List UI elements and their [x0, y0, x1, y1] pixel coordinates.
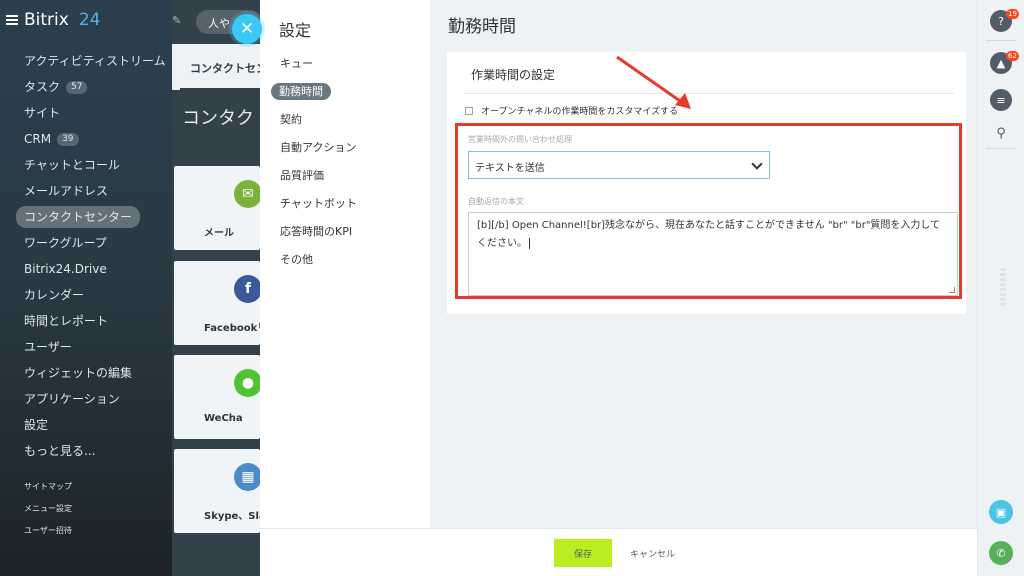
bell-icon: ▲ [996, 56, 1006, 70]
divider [986, 40, 1016, 41]
nav-item-contact-center[interactable]: コンタクトセンター [16, 204, 166, 230]
left-sidebar: Bitrix 24 アクティビティストリーム タスク 57 サイト CRM 39 チャ… [0, 0, 172, 576]
settings-menu-item[interactable]: チャットボット [271, 194, 357, 222]
nav-item[interactable]: タスク 57 [16, 74, 166, 100]
save-button[interactable]: 保存 [554, 539, 612, 567]
out-of-hours-label: 営業時間外の問い合わせ処理 [468, 135, 572, 144]
nav-item[interactable]: サイト [16, 100, 166, 126]
nav-item[interactable]: Bitrix24.Drive [16, 256, 166, 282]
divider [986, 148, 1016, 149]
page-title: 勤務時間 [448, 17, 516, 37]
nav-item[interactable]: アプリケーション [16, 386, 166, 412]
settings-menu-item[interactable]: 応答時間のKPI [271, 222, 357, 250]
settings-menu: 設定 キュー 勤務時間 契約 自動アクション 品質評価 チャットボット 応答時間… [260, 0, 430, 528]
notifications-badge: 62 [1006, 51, 1019, 61]
settings-menu-item[interactable]: 自動アクション [271, 138, 357, 166]
settings-slider: 設定 キュー 勤務時間 契約 自動アクション 品質評価 チャットボット 応答時間… [260, 0, 977, 576]
highlight-box: 営業時間外の問い合わせ処理 テキストを送信 自動返信の本文 [b][/b] Op… [455, 123, 962, 299]
channel-tile[interactable]: f Facebookリ [174, 261, 264, 345]
document-icon: ▣ [995, 505, 1007, 519]
nav-item[interactable]: ワークグループ [16, 230, 166, 256]
wechat-icon: ● [234, 369, 262, 397]
out-of-hours-select[interactable]: テキストを送信 [468, 151, 770, 179]
left-nav: アクティビティストリーム タスク 57 サイト CRM 39 チャットとコール メー… [16, 48, 166, 542]
red-arrow-icon [616, 55, 691, 109]
nav-item[interactable]: ウィジェットの編集 [16, 360, 166, 386]
pencil-icon[interactable]: ✎ [172, 14, 181, 27]
chevron-down-icon [751, 158, 763, 170]
call-button[interactable]: ✆ [989, 541, 1013, 565]
close-slider-button[interactable]: ✕ [232, 14, 262, 44]
bg-heading: コンタク [182, 108, 254, 129]
question-icon: ? [998, 14, 1004, 28]
settings-menu-item[interactable]: 品質評価 [271, 166, 357, 194]
search-button[interactable]: ⚲ [990, 122, 1012, 144]
menu-settings-link[interactable]: メニュー設定 [16, 498, 166, 520]
auto-reply-label: 自動返信の本文 [468, 197, 524, 206]
nav-item[interactable]: アクティビティストリーム [16, 48, 166, 74]
invite-users-link[interactable]: ユーザー招待 [16, 520, 166, 542]
working-hours-content: 勤務時間 作業時間の設定 オープンチャネルの作業時間をカスタマイズする 営業時間… [430, 0, 977, 528]
close-icon: ✕ [239, 19, 255, 39]
nav-item[interactable]: 設定 [16, 412, 166, 438]
work-time-settings-card: 作業時間の設定 オープンチャネルの作業時間をカスタマイズする 営業時間外の問い合… [447, 52, 966, 314]
nav-item[interactable]: 時間とレポート [16, 308, 166, 334]
chat-button[interactable]: ≡ [990, 89, 1012, 111]
apps-grid-icon: ▦ [234, 463, 262, 491]
nav-count-badge: 57 [66, 80, 88, 94]
rail-vertical-tab[interactable] [1000, 268, 1006, 308]
chat-icon: ≡ [996, 93, 1006, 107]
hamburger-menu-icon[interactable] [6, 15, 18, 25]
search-icon: ⚲ [996, 125, 1006, 141]
right-rail: ? 19 ▲ 62 ≡ ⚲ ▣ ✆ [977, 0, 1024, 576]
channel-tile[interactable]: ● WeCha [174, 355, 262, 439]
settings-title: 設定 [279, 21, 312, 40]
mail-icon: ✉ [234, 180, 262, 208]
background-main: コンタクトセン コンタク ✉ メール f Facebookリ ● WeCha ▦… [172, 0, 267, 576]
phone-icon: ✆ [996, 546, 1006, 560]
nav-count-badge: 39 [57, 132, 79, 146]
customize-hours-checkbox[interactable] [465, 106, 473, 115]
slider-footer: 保存 キャンセル [260, 528, 977, 576]
nav-item[interactable]: CRM 39 [16, 126, 166, 152]
nav-item[interactable]: メールアドレス [16, 178, 166, 204]
divider [463, 93, 954, 94]
auto-reply-textarea[interactable]: [b][/b] Open Channel![br]残念ながら、現在あなたと話すこ… [468, 212, 958, 296]
bg-tab[interactable]: コンタクトセン [172, 44, 267, 90]
facebook-icon: f [234, 275, 262, 303]
app-logo[interactable]: Bitrix 24 [6, 10, 100, 30]
sitemap-link[interactable]: サイトマップ [16, 476, 166, 498]
settings-menu-item[interactable]: 契約 [271, 110, 357, 138]
card-title: 作業時間の設定 [471, 68, 556, 82]
resize-grip-icon[interactable] [949, 287, 955, 293]
nav-item[interactable]: チャットとコール [16, 152, 166, 178]
help-badge: 19 [1006, 9, 1019, 19]
cancel-button[interactable]: キャンセル [630, 547, 675, 560]
drive-button[interactable]: ▣ [989, 500, 1013, 524]
settings-menu-item-working-hours[interactable]: 勤務時間 [271, 82, 357, 110]
channel-tile[interactable]: ▦ Skype、Slack [174, 449, 264, 533]
settings-menu-item[interactable]: その他 [271, 250, 357, 278]
nav-item[interactable]: カレンダー [16, 282, 166, 308]
channel-tile[interactable]: ✉ メール [174, 166, 262, 250]
text-cursor [529, 238, 530, 249]
nav-item[interactable]: ユーザー [16, 334, 166, 360]
nav-item-more[interactable]: もっと見る... [16, 438, 166, 464]
settings-menu-item[interactable]: キュー [271, 54, 357, 82]
